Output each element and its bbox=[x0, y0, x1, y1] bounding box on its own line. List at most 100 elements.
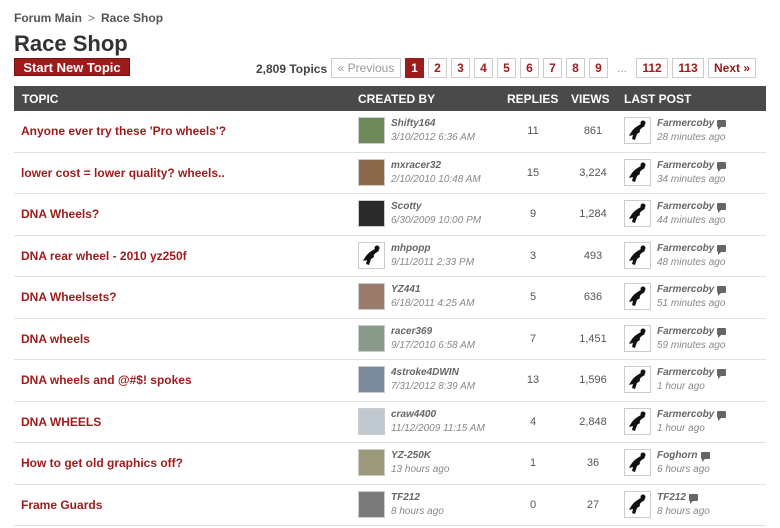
last-poster-name[interactable]: Farmercoby bbox=[657, 284, 714, 295]
last-poster-name[interactable]: Farmercoby bbox=[657, 326, 714, 337]
author-avatar[interactable] bbox=[358, 366, 385, 393]
last-poster-avatar[interactable] bbox=[624, 241, 651, 269]
author-name[interactable]: mhpopp bbox=[391, 243, 430, 254]
author-name[interactable]: YZ441 bbox=[391, 284, 420, 295]
author-avatar[interactable] bbox=[358, 117, 385, 144]
page-5-button[interactable]: 5 bbox=[497, 58, 516, 78]
view-count: 1,596 bbox=[579, 374, 607, 386]
comment-bubble-icon[interactable] bbox=[717, 286, 727, 296]
author-avatar[interactable] bbox=[358, 283, 385, 310]
author-avatar[interactable] bbox=[358, 449, 385, 476]
last-poster-avatar[interactable] bbox=[624, 158, 651, 186]
topic-title-link[interactable]: Anyone ever try these 'Pro wheels'? bbox=[21, 124, 226, 138]
last-poster[interactable]: Farmercoby bbox=[657, 118, 727, 130]
last-post-time: 1 hour ago bbox=[657, 422, 705, 434]
comment-bubble-icon[interactable] bbox=[717, 120, 727, 130]
comment-bubble-icon[interactable] bbox=[717, 161, 727, 172]
author-name[interactable]: YZ-250K bbox=[391, 450, 431, 461]
author-name[interactable]: 4stroke4DWIN bbox=[391, 367, 459, 378]
last-poster-name[interactable]: Farmercoby bbox=[657, 160, 714, 171]
column-replies[interactable]: REPLIES bbox=[507, 92, 558, 106]
created-date: 9/17/2010 6:58 AM bbox=[391, 339, 476, 351]
last-post-time: 34 minutes ago bbox=[657, 173, 726, 185]
last-poster-avatar[interactable] bbox=[624, 117, 651, 144]
last-poster[interactable]: Farmercoby bbox=[657, 326, 727, 338]
author-avatar[interactable] bbox=[358, 241, 385, 269]
last-poster-name[interactable]: Foghorn bbox=[657, 450, 698, 461]
page-6-button[interactable]: 6 bbox=[520, 58, 539, 78]
page-113-button[interactable]: 113 bbox=[672, 58, 704, 78]
last-poster-avatar[interactable] bbox=[624, 283, 651, 310]
last-poster-avatar[interactable] bbox=[624, 324, 651, 352]
next-page-button[interactable]: Next » bbox=[708, 58, 756, 78]
column-created-by[interactable]: CREATED BY bbox=[358, 92, 435, 106]
author-name[interactable]: racer369 bbox=[391, 326, 432, 337]
breadcrumb: Forum Main > Race Shop bbox=[14, 11, 163, 25]
comment-bubble-icon[interactable] bbox=[688, 493, 698, 504]
page-3-button[interactable]: 3 bbox=[451, 58, 470, 78]
last-poster[interactable]: Foghorn bbox=[657, 450, 710, 462]
page-9-button[interactable]: 9 bbox=[589, 58, 608, 78]
comment-bubble-icon[interactable] bbox=[717, 244, 727, 255]
last-poster-name[interactable]: TF212 bbox=[657, 492, 686, 503]
author-avatar[interactable] bbox=[358, 200, 385, 227]
topic-title-link[interactable]: lower cost = lower quality? wheels.. bbox=[21, 166, 225, 180]
page-8-button[interactable]: 8 bbox=[566, 58, 585, 78]
table-row: lower cost = lower quality? wheels.. mxra… bbox=[14, 153, 766, 194]
topic-list: Anyone ever try these 'Pro wheels'? Shift… bbox=[14, 111, 766, 526]
comment-bubble-icon[interactable] bbox=[717, 410, 727, 421]
topic-title-link[interactable]: DNA wheels bbox=[21, 332, 90, 346]
author-name[interactable]: Shifty164 bbox=[391, 118, 435, 129]
last-poster-avatar[interactable] bbox=[624, 449, 651, 476]
last-poster[interactable]: Farmercoby bbox=[657, 409, 727, 421]
last-post-time: 1 hour ago bbox=[657, 381, 705, 392]
column-last-post[interactable]: LAST POST bbox=[624, 92, 691, 106]
comment-bubble-icon[interactable] bbox=[717, 369, 727, 379]
created-date: 2/10/2010 10:48 AM bbox=[391, 173, 481, 185]
last-poster-name[interactable]: Farmercoby bbox=[657, 201, 714, 212]
last-poster-name[interactable]: Farmercoby bbox=[657, 409, 714, 420]
topic-title-link[interactable]: DNA Wheels? bbox=[21, 207, 99, 221]
author-name[interactable]: craw4400 bbox=[391, 409, 436, 420]
topic-title-link[interactable]: DNA rear wheel - 2010 yz250f bbox=[21, 249, 187, 263]
page-7-button[interactable]: 7 bbox=[543, 58, 562, 78]
comment-bubble-icon[interactable] bbox=[700, 452, 710, 462]
topic-title-link[interactable]: How to get old graphics off? bbox=[21, 456, 183, 470]
last-poster[interactable]: Farmercoby bbox=[657, 160, 727, 172]
last-poster-avatar[interactable] bbox=[624, 200, 651, 227]
last-poster-avatar[interactable] bbox=[624, 366, 651, 393]
breadcrumb-current: Race Shop bbox=[101, 11, 164, 25]
last-poster-name[interactable]: Farmercoby bbox=[657, 243, 714, 254]
last-poster-avatar[interactable] bbox=[624, 490, 651, 518]
last-poster[interactable]: TF212 bbox=[657, 492, 698, 504]
comment-bubble-icon[interactable] bbox=[717, 203, 727, 213]
author-avatar[interactable] bbox=[358, 490, 385, 518]
start-new-topic-button[interactable]: Start New Topic bbox=[14, 58, 130, 76]
previous-page-button[interactable]: « Previous bbox=[331, 58, 401, 78]
last-poster[interactable]: Farmercoby bbox=[657, 367, 727, 379]
topic-title-link[interactable]: DNA WHEELS bbox=[21, 415, 101, 429]
last-poster[interactable]: Farmercoby bbox=[657, 243, 727, 255]
column-topic[interactable]: TOPIC bbox=[22, 92, 58, 106]
topic-title-link[interactable]: DNA Wheelsets? bbox=[21, 290, 117, 304]
comment-bubble-icon[interactable] bbox=[717, 327, 727, 338]
author-name[interactable]: Scotty bbox=[391, 201, 422, 212]
author-name[interactable]: TF212 bbox=[391, 492, 420, 503]
author-avatar[interactable] bbox=[358, 324, 385, 352]
page-1-button[interactable]: 1 bbox=[405, 58, 424, 78]
last-poster-avatar[interactable] bbox=[624, 407, 651, 435]
column-views[interactable]: VIEWS bbox=[571, 92, 610, 106]
last-poster[interactable]: Farmercoby bbox=[657, 284, 727, 296]
page-4-button[interactable]: 4 bbox=[474, 58, 493, 78]
last-poster-name[interactable]: Farmercoby bbox=[657, 118, 714, 129]
author-avatar[interactable] bbox=[358, 407, 385, 435]
author-avatar[interactable] bbox=[358, 158, 385, 186]
last-poster-name[interactable]: Farmercoby bbox=[657, 367, 714, 378]
author-name[interactable]: mxracer32 bbox=[391, 160, 441, 171]
page-2-button[interactable]: 2 bbox=[428, 58, 447, 78]
breadcrumb-forum-main[interactable]: Forum Main bbox=[14, 11, 82, 25]
topic-title-link[interactable]: DNA wheels and @#$! spokes bbox=[21, 373, 192, 387]
topic-title-link[interactable]: Frame Guards bbox=[21, 498, 102, 512]
page-112-button[interactable]: 112 bbox=[636, 58, 668, 78]
last-poster[interactable]: Farmercoby bbox=[657, 201, 727, 213]
